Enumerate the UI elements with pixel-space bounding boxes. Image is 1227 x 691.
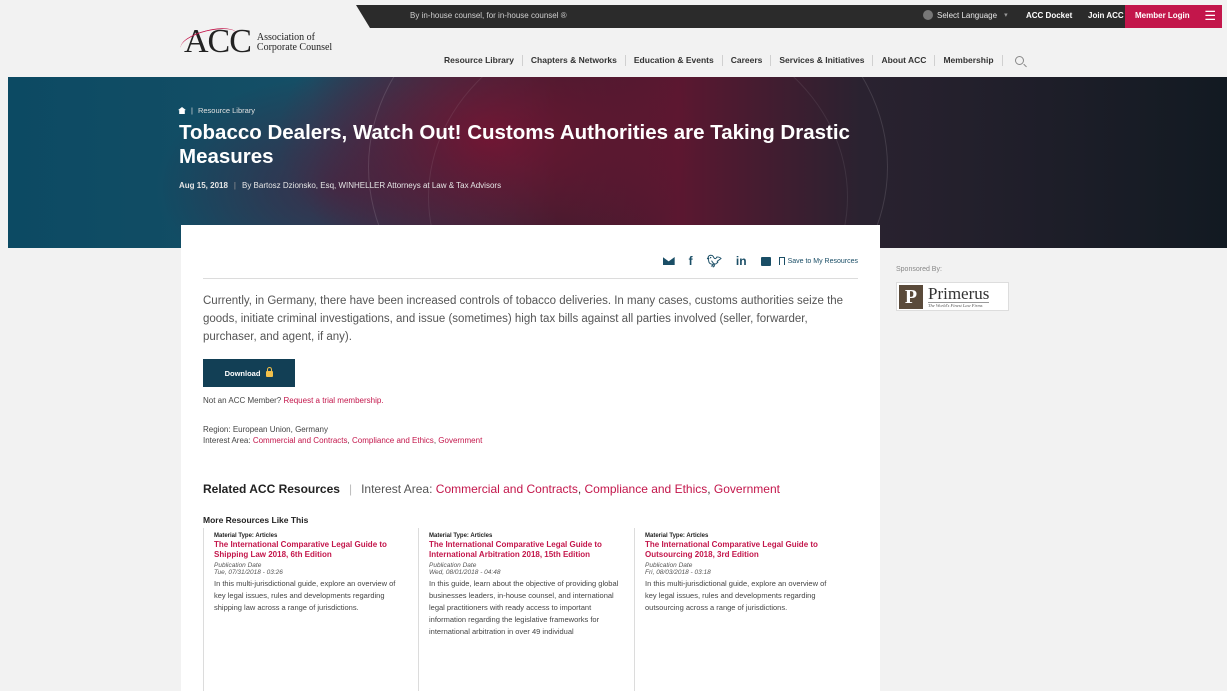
sponsor-logo-primerus[interactable]: P Primerus The World's Finest Law Firms	[896, 282, 1009, 311]
facebook-icon[interactable]: f	[689, 254, 693, 268]
tagline: By in-house counsel, for in-house counse…	[410, 11, 567, 20]
language-selector[interactable]: Select Language ▾	[923, 10, 1008, 20]
article-date: Aug 15, 2018	[179, 181, 228, 190]
save-label: Save to My Resources	[787, 257, 858, 265]
related-resources-list: Material Type: Articles The Internationa…	[203, 528, 851, 691]
resource-title-link[interactable]: The International Comparative Legal Guid…	[429, 540, 623, 559]
publication-date: Fri, 08/03/2018 - 03:18	[645, 569, 711, 576]
publication-date: Tue, 07/31/2018 - 03:26	[214, 569, 283, 576]
nav-resource-library[interactable]: Resource Library	[444, 55, 523, 66]
menu-icon: ☰	[1204, 8, 1216, 23]
hero-banner: | Resource Library Tobacco Dealers, Watc…	[8, 77, 1227, 248]
email-icon[interactable]	[662, 257, 675, 265]
resource-description: In this guide, learn about the objective…	[429, 579, 619, 636]
publication-date-label: Publication Date	[214, 562, 262, 569]
material-type: Material Type: Articles	[214, 533, 278, 539]
nav-services-initiatives[interactable]: Services & Initiatives	[771, 55, 874, 66]
article-intro: Currently, in Germany, there have been i…	[203, 295, 844, 343]
sponsor-name: Primerus	[928, 283, 990, 303]
save-to-resources-button[interactable]: Save to My Resources	[778, 257, 858, 265]
region-row: Region: European Union, Germany	[203, 424, 482, 435]
resource-description: In this multi-jurisdictional guide, expl…	[645, 579, 827, 612]
more-resources-heading: More Resources Like This	[203, 515, 309, 525]
sponsor-tagline: The World's Finest Law Firms	[928, 301, 990, 308]
logo-subtitle: Association of Corporate Counsel	[257, 33, 332, 53]
material-type: Material Type: Articles	[645, 533, 709, 539]
related-divider: |	[348, 482, 353, 496]
language-label: Select Language	[937, 10, 998, 20]
nav-chapters-networks[interactable]: Chapters & Networks	[523, 55, 626, 66]
breadcrumb: | Resource Library	[178, 106, 255, 115]
acc-docket-link[interactable]: ACC Docket	[1026, 11, 1072, 20]
nav-membership[interactable]: Membership	[935, 55, 1003, 66]
publication-date: Wed, 08/01/2018 - 04:48	[429, 569, 501, 576]
interest-link-compliance[interactable]: Compliance and Ethics	[352, 436, 434, 445]
material-type: Material Type: Articles	[429, 533, 493, 539]
interest-link-commercial[interactable]: Commercial and Contracts	[253, 436, 348, 445]
main-nav: Resource Library Chapters & Networks Edu…	[444, 55, 1024, 66]
article-card: f 🐦︎ in Save to My Resources Currently, …	[181, 225, 880, 691]
divider	[203, 278, 858, 279]
nav-about-acc[interactable]: About ACC	[873, 55, 936, 66]
trial-membership-link[interactable]: Request a trial membership.	[284, 396, 384, 405]
home-icon[interactable]	[178, 107, 186, 114]
related-area-compliance[interactable]: Compliance and Ethics	[585, 482, 708, 496]
search-icon[interactable]	[1014, 56, 1024, 65]
article-taxonomy: Region: European Union, Germany Interest…	[203, 424, 482, 446]
not-member-text: Not an ACC Member?	[203, 396, 282, 405]
linkedin-icon[interactable]: in	[736, 254, 747, 268]
sponsored-by-label: Sponsored By:	[896, 266, 942, 273]
page-title: Tobacco Dealers, Watch Out! Customs Auth…	[179, 121, 850, 168]
download-button[interactable]: Download	[203, 359, 295, 387]
utility-bar-wedge	[356, 5, 370, 28]
region-value: European Union, Germany	[232, 425, 328, 434]
nav-careers[interactable]: Careers	[723, 55, 772, 66]
breadcrumb-resource-library[interactable]: Resource Library	[198, 106, 255, 115]
resource-card: Material Type: Articles The Internationa…	[418, 528, 623, 691]
publication-date-label: Publication Date	[429, 562, 477, 569]
related-heading: Related ACC Resources	[203, 482, 340, 496]
related-area-label: Interest Area:	[361, 482, 433, 496]
publication-date-label: Publication Date	[645, 562, 693, 569]
interest-row: Interest Area: Commercial and Contracts,…	[203, 436, 483, 445]
share-bar: f 🐦︎ in Save to My Resources	[662, 254, 858, 268]
membership-prompt: Not an ACC Member? Request a trial membe…	[203, 396, 384, 405]
join-acc-link[interactable]: Join ACC	[1088, 11, 1124, 20]
bookmark-icon	[778, 257, 785, 265]
nav-education-events[interactable]: Education & Events	[626, 55, 723, 66]
logo-line-2: Corporate Counsel	[256, 42, 333, 53]
resource-description: In this multi-jurisdictional guide, expl…	[214, 579, 396, 612]
member-login-label: Member Login	[1135, 11, 1190, 20]
resource-title-link[interactable]: The International Comparative Legal Guid…	[214, 540, 408, 559]
meta-separator: |	[233, 181, 236, 190]
resource-card: Material Type: Articles The Internationa…	[203, 528, 408, 691]
article-byline: By Bartosz Dzionsko, Esq, WINHELLER Atto…	[242, 181, 502, 190]
twitter-icon[interactable]: 🐦︎	[707, 254, 722, 268]
primerus-mark: P	[899, 284, 923, 309]
lock-icon	[266, 367, 274, 377]
utility-bar: By in-house counsel, for in-house counse…	[356, 5, 1222, 28]
interest-label: Interest Area:	[203, 436, 251, 445]
interest-link-government[interactable]: Government	[438, 436, 482, 445]
chevron-down-icon: ▾	[1004, 12, 1008, 19]
download-label: Download	[224, 368, 261, 378]
breadcrumb-separator: |	[191, 106, 193, 115]
region-label: Region:	[203, 425, 231, 434]
related-area-commercial[interactable]: Commercial and Contracts	[436, 482, 578, 496]
globe-icon	[923, 10, 933, 20]
related-resources-header: Related ACC Resources | Interest Area: C…	[203, 482, 780, 496]
member-login-button[interactable]: Member Login ☰	[1125, 5, 1222, 28]
resource-card: Material Type: Articles The Internationa…	[634, 528, 839, 691]
acc-logo[interactable]: ACC Association of Corporate Counsel	[178, 23, 332, 60]
article-meta: Aug 15, 2018 | By Bartosz Dzionsko, Esq, W…	[179, 181, 501, 190]
primerus-wordmark: Primerus The World's Finest Law Firms	[928, 283, 990, 308]
print-icon[interactable]	[760, 256, 771, 266]
related-area-government[interactable]: Government	[714, 482, 780, 496]
resource-title-link[interactable]: The International Comparative Legal Guid…	[645, 540, 839, 559]
